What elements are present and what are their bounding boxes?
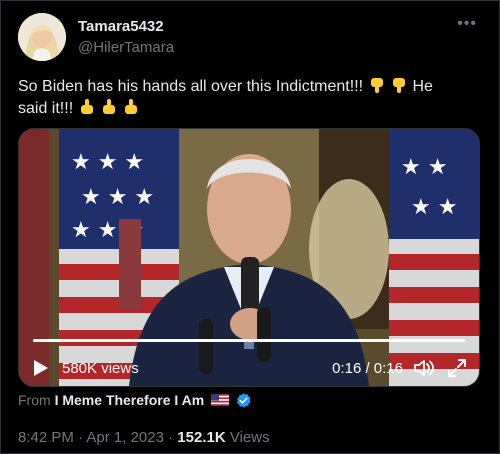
video-progress-fill — [33, 339, 465, 342]
tweet-time[interactable]: 8:42 PM — [18, 429, 74, 446]
from-prefix: From — [18, 392, 55, 408]
point-up-emoji — [125, 99, 138, 114]
svg-text:★ ★ ★: ★ ★ ★ — [81, 185, 154, 210]
tweet-text-line2: said it!!! — [18, 100, 78, 117]
verified-badge-icon — [236, 393, 251, 408]
point-up-emoji — [80, 99, 93, 114]
video-timecode: 0:16 / 0:16 — [332, 360, 403, 377]
us-flag-icon — [211, 394, 230, 406]
tweet-views-count: 152.1K — [177, 429, 226, 446]
avatar[interactable] — [18, 13, 66, 61]
fullscreen-icon[interactable] — [447, 358, 467, 378]
avatar-image — [18, 13, 66, 61]
video-views-label: 580K views — [62, 360, 139, 377]
tweet-card: Tamara5432 @HilerTamara ••• So Biden has… — [0, 0, 500, 454]
user-handle[interactable]: @HilerTamara — [78, 39, 174, 56]
svg-text:★ ★: ★ ★ — [401, 155, 447, 180]
tweet-text-he: He — [412, 78, 433, 95]
video-progress-bar[interactable] — [33, 339, 465, 342]
video-player[interactable]: ★ ★ ★ ★ ★ ★ ★ ★ ★ ★ ★ ★ ★ 580K views 0:1… — [18, 128, 480, 387]
point-up-emoji — [103, 99, 116, 114]
point-down-emoji — [392, 78, 405, 93]
meta-separator: · — [163, 429, 178, 446]
from-source-line: From I Meme Therefore I Am — [18, 392, 252, 409]
tweet-text: So Biden has his hands all over this Ind… — [18, 76, 478, 120]
ellipsis-icon[interactable]: ••• — [457, 15, 477, 33]
tweet-views-suffix: Views — [225, 429, 270, 446]
svg-text:★ ★ ★: ★ ★ ★ — [71, 150, 144, 175]
tweet-date[interactable]: Apr 1, 2023 — [86, 429, 164, 446]
display-name[interactable]: Tamara5432 — [78, 18, 164, 35]
tweet-text-line1: So Biden has his hands all over this Ind… — [18, 78, 368, 95]
from-source-link[interactable]: I Meme Therefore I Am — [55, 392, 205, 408]
volume-icon[interactable] — [413, 358, 435, 378]
meta-separator: · — [73, 429, 87, 446]
point-down-emoji — [370, 78, 383, 93]
tweet-meta-line: 8:42 PM · Apr 1, 2023 · 152.1K Views — [18, 429, 270, 446]
svg-text:★ ★: ★ ★ — [411, 195, 457, 220]
video-controls: 580K views 0:16 / 0:16 — [19, 346, 479, 386]
play-icon[interactable] — [33, 359, 49, 377]
